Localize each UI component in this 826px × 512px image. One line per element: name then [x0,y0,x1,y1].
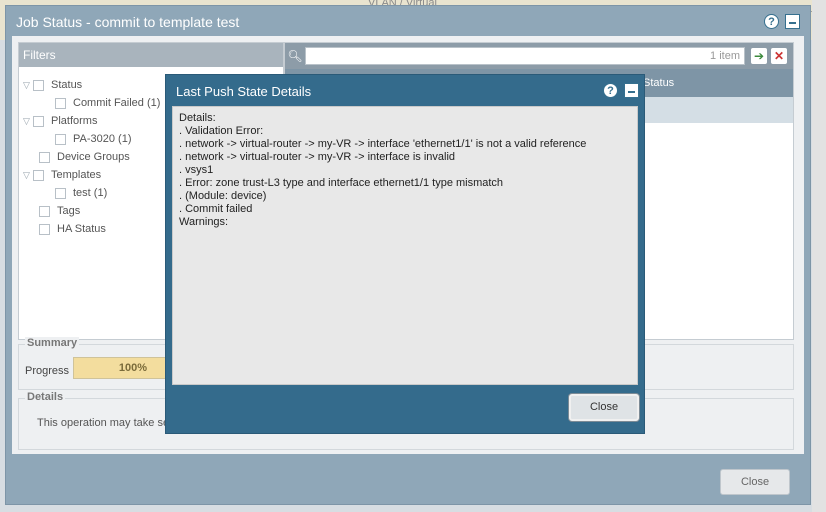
filter-device-groups[interactable]: Device Groups [39,151,130,165]
filter-label: Templates [51,169,102,181]
dialog-close-button[interactable]: Close [569,394,639,421]
filter-platforms[interactable]: ▽ Platforms [23,115,97,129]
detail-line: . network -> virtual-router -> my-VR -> … [179,151,456,163]
search-icon[interactable]: 🔍︎ [287,48,303,64]
checkbox[interactable] [39,205,50,217]
expand-triangle-icon[interactable]: ▽ [23,170,33,181]
checkbox[interactable] [33,169,44,181]
filter-label: Status [51,79,83,91]
filter-pa-3020[interactable]: PA-3020 (1) [55,133,132,147]
checkbox[interactable] [55,133,66,145]
window-close-button[interactable]: Close [720,469,790,495]
progress-label: Progress [25,365,70,377]
detail-line: . Error: zone trust-L3 type and interfac… [179,177,504,189]
detail-line: Details: [179,112,216,124]
expand-triangle-icon[interactable]: ▽ [23,80,33,91]
checkbox[interactable] [33,79,44,91]
dialog-title: Last Push State Details [176,84,312,99]
clear-filter-icon[interactable]: ✕ [771,48,787,64]
checkbox[interactable] [39,151,50,163]
minimize-icon[interactable] [785,14,800,29]
minimize-icon[interactable] [624,83,639,98]
search-input[interactable]: 1 item [305,47,745,65]
expand-triangle-icon[interactable]: ▽ [23,116,33,127]
detail-line: Warnings: [179,216,229,228]
checkbox[interactable] [55,97,66,109]
column-status-header[interactable]: Status [643,69,674,97]
filter-label: Platforms [51,115,98,127]
checkbox[interactable] [33,115,44,127]
detail-line: . (Module: device) [179,190,267,202]
filters-header: Filters [19,43,283,67]
checkbox[interactable] [39,223,50,235]
detail-line: . Validation Error: [179,125,264,137]
help-icon[interactable]: ? [603,83,618,98]
details-text: This operation may take se [37,417,170,429]
filter-label: Tags [57,205,81,217]
detail-line: . vsys1 [179,164,214,176]
filter-status[interactable]: ▽ Status [23,79,82,93]
filter-tags[interactable]: Tags [39,205,80,219]
filter-label: PA-3020 (1) [73,133,132,145]
dialog-details-text: Details: . Validation Error: . network -… [172,106,638,385]
help-icon[interactable]: ? [764,14,779,29]
filter-test[interactable]: test (1) [55,187,107,201]
checkbox[interactable] [55,187,66,199]
apply-filter-icon[interactable]: ➔ [751,48,767,64]
filter-label: HA Status [57,223,106,235]
filter-templates[interactable]: ▽ Templates [23,169,101,183]
detail-line: . network -> virtual-router -> my-VR -> … [179,138,587,150]
job-status-title: Job Status - commit to template test [16,14,240,30]
summary-title: Summary [25,337,80,349]
grid-toolbar: 🔍︎ 1 item ➔ ✕ [285,43,793,69]
filter-label: Commit Failed (1) [73,97,161,109]
last-push-state-dialog: Last Push State Details ? Details: . Val… [165,74,645,434]
filter-label: test (1) [73,187,108,199]
background-right-panel [812,0,826,512]
filter-label: Device Groups [57,151,130,163]
filter-ha-status[interactable]: HA Status [39,223,106,237]
details-title: Details [25,391,66,403]
detail-line: . Commit failed [179,203,253,215]
filter-commit-failed[interactable]: Commit Failed (1) [55,97,160,111]
